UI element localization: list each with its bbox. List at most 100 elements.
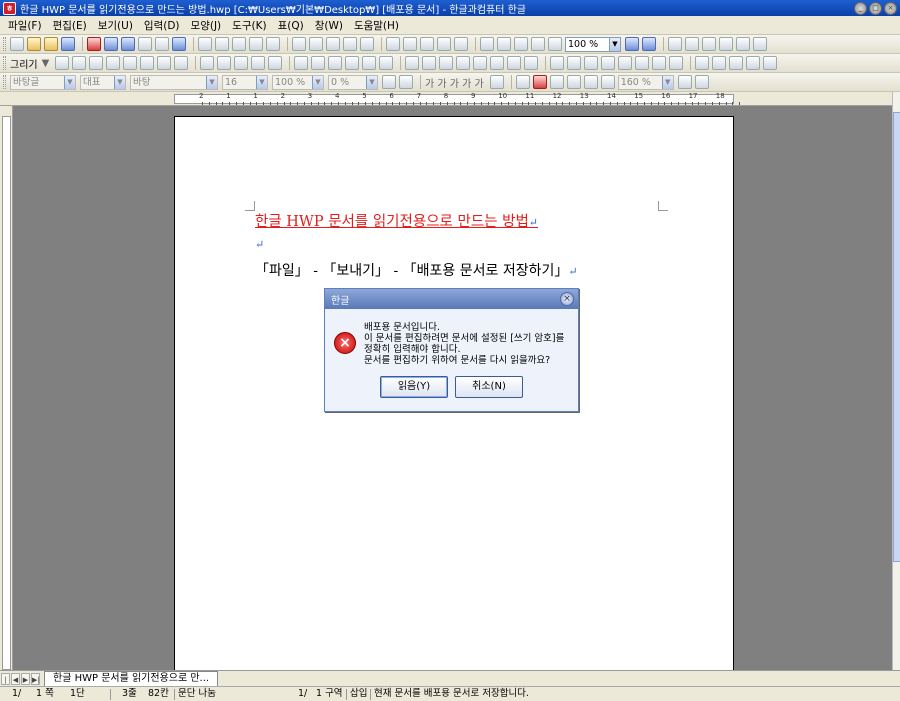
line-color-icon[interactable] (362, 56, 377, 70)
style-icon[interactable] (292, 37, 306, 51)
minimize-button[interactable]: _ (854, 1, 867, 15)
line-icon[interactable] (55, 56, 70, 70)
rotate-icon[interactable] (251, 56, 266, 70)
char-spacing-select[interactable]: 0 % ▼ (328, 74, 378, 90)
horizontal-ruler[interactable]: 2 1 1 2 3 4 5 6 7 8 9 10 11 12 13 14 15 16 17 18 (0, 92, 900, 106)
dialog-title-bar[interactable]: 한글 (325, 289, 578, 309)
spell-check-icon[interactable] (266, 37, 280, 51)
chevron-down-icon[interactable]: ▼ (42, 58, 50, 69)
anchor-icon[interactable] (507, 56, 522, 70)
scrollbar-thumb[interactable] (893, 112, 900, 562)
menu-view[interactable]: 보기(U) (98, 18, 133, 33)
char-shape-icon[interactable] (309, 37, 323, 51)
toolbar-grip[interactable] (3, 75, 6, 89)
align-right-icon[interactable] (583, 75, 598, 89)
multi-page-icon[interactable] (668, 37, 682, 51)
fit-width-icon[interactable] (685, 37, 699, 51)
crop-icon[interactable] (524, 56, 539, 70)
contrast-icon[interactable] (601, 56, 616, 70)
textbox-icon[interactable] (437, 37, 451, 51)
shape-icon[interactable] (473, 56, 488, 70)
chart-icon[interactable] (420, 37, 434, 51)
ungroup-icon[interactable] (234, 56, 249, 70)
watermark-icon[interactable] (652, 56, 667, 70)
text-art-icon[interactable] (174, 56, 189, 70)
effect-icon[interactable] (746, 56, 761, 70)
symbol-icon[interactable] (454, 37, 468, 51)
font-select[interactable]: 바탕 ▼ (130, 74, 218, 90)
prev-tab-icon[interactable]: ◀ (11, 672, 20, 685)
text-wrap-icon[interactable] (490, 56, 505, 70)
vertical-ruler[interactable] (0, 106, 13, 670)
document-title-line[interactable]: 한글 HWP 문서를 읽기전용으로 만드는 방법↵ (255, 210, 538, 231)
link-icon[interactable] (360, 37, 374, 51)
language-select[interactable]: 대표 ▼ (80, 74, 126, 90)
format-copy-icon[interactable] (249, 37, 263, 51)
shadow-icon[interactable] (405, 56, 420, 70)
menu-window[interactable]: 창(W) (315, 18, 343, 33)
bold-italic-underline-buttons[interactable]: 가 가 가 가 가 (425, 75, 484, 90)
dialog-close-icon[interactable]: × (560, 292, 574, 306)
align-objects-icon[interactable] (328, 56, 343, 70)
rectangle-icon[interactable] (72, 56, 87, 70)
next-tab-icon[interactable]: ▶ (21, 672, 30, 685)
page-view-icon[interactable] (121, 37, 135, 51)
zoom-in-icon[interactable] (625, 37, 639, 51)
picture-style-icon[interactable] (550, 56, 565, 70)
cut-icon[interactable] (198, 37, 212, 51)
save-icon[interactable] (61, 37, 75, 51)
image-icon[interactable] (386, 37, 400, 51)
menu-edit[interactable]: 편집(E) (53, 18, 87, 33)
line-spacing-select[interactable]: 160 % ▼ (617, 74, 674, 90)
reset-picture-icon[interactable] (712, 56, 727, 70)
menu-help[interactable]: 도움말(H) (354, 18, 399, 33)
fit-page-icon[interactable] (702, 37, 716, 51)
increase-spacing-icon[interactable] (694, 75, 709, 89)
cancel-button[interactable]: 취소(N) (455, 376, 523, 398)
menu-file[interactable]: 파일(F) (8, 18, 42, 33)
toolbar-grip[interactable] (3, 56, 6, 70)
char-border-icon[interactable] (489, 75, 504, 89)
column-icon[interactable] (343, 37, 357, 51)
read-button[interactable]: 읽음(Y) (380, 376, 448, 398)
table-icon[interactable] (403, 37, 417, 51)
fill-color-icon[interactable] (379, 56, 394, 70)
preview-icon[interactable] (104, 37, 118, 51)
mountain-icon[interactable] (618, 56, 633, 70)
ellipse-icon[interactable] (89, 56, 104, 70)
font-size-select[interactable]: 16 ▼ (222, 74, 268, 90)
arc-icon[interactable] (106, 56, 121, 70)
transparent-icon[interactable] (669, 56, 684, 70)
page-number-icon[interactable] (514, 37, 528, 51)
menu-insert[interactable]: 입력(D) (144, 18, 180, 33)
zoom-out-icon[interactable] (642, 37, 656, 51)
connector-icon[interactable] (157, 56, 172, 70)
maximize-button[interactable]: □ (869, 1, 882, 15)
tab-active-document[interactable]: 한글 HWP 문서를 읽기전용으로 만... (44, 671, 219, 686)
text-color-icon[interactable] (382, 75, 396, 89)
picture-frame-icon[interactable] (635, 56, 650, 70)
undo-icon[interactable] (138, 37, 152, 51)
layer-icon[interactable] (456, 56, 471, 70)
align-left-icon[interactable] (549, 75, 564, 89)
last-tab-icon[interactable]: ▶| (31, 672, 40, 685)
vertical-scrollbar[interactable] (892, 92, 900, 670)
footer-icon[interactable] (497, 37, 511, 51)
grid-icon[interactable] (439, 56, 454, 70)
brightness-icon[interactable] (584, 56, 599, 70)
line-style-icon[interactable] (345, 56, 360, 70)
select-object-icon[interactable] (200, 56, 215, 70)
header-icon[interactable] (480, 37, 494, 51)
style-select[interactable]: 바탕글 ▼ (10, 74, 76, 90)
first-tab-icon[interactable]: |◀ (1, 672, 10, 696)
send-back-icon[interactable] (311, 56, 326, 70)
close-button[interactable]: × (884, 1, 897, 15)
polygon-icon[interactable] (123, 56, 138, 70)
track-changes-icon[interactable] (753, 37, 767, 51)
print-icon[interactable] (87, 37, 101, 51)
open-recent-icon[interactable] (44, 37, 58, 51)
curve-icon[interactable] (140, 56, 155, 70)
copy-icon[interactable] (215, 37, 229, 51)
pen-icon[interactable] (515, 75, 530, 89)
two-page-icon[interactable] (719, 37, 733, 51)
